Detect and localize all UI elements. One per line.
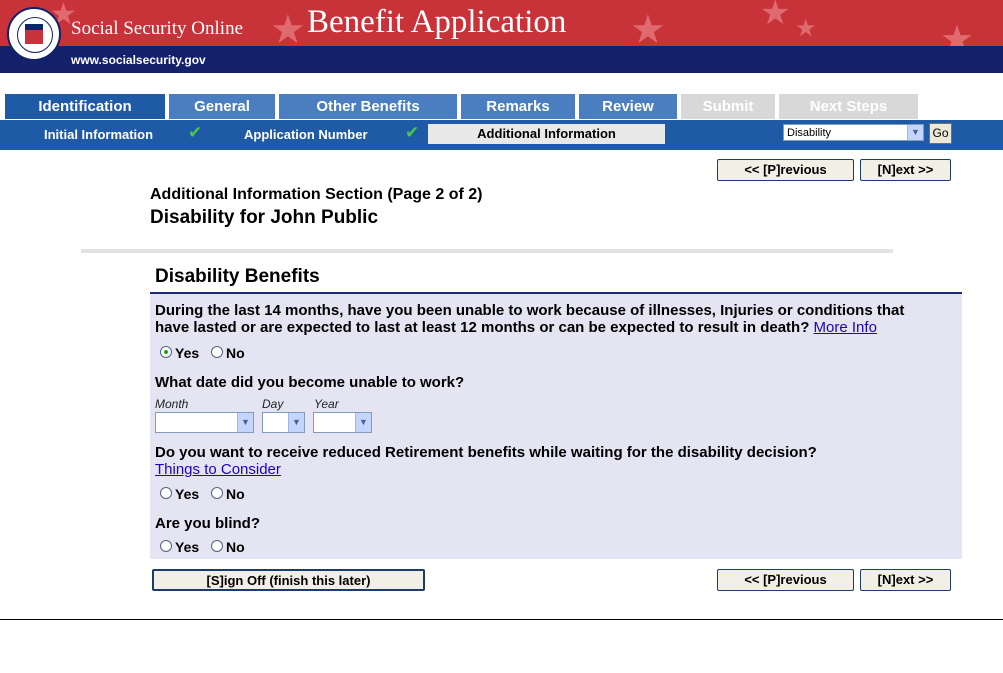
month-select[interactable]: ▼ [155, 412, 254, 433]
tab-other-benefits[interactable]: Other Benefits [279, 94, 457, 119]
question-blind: Are you blind? [155, 515, 260, 532]
year-label: Year [314, 397, 339, 411]
year-select[interactable]: ▼ [313, 412, 372, 433]
question-line-text: have lasted or are expected to last at l… [155, 319, 810, 336]
star-decoration: ★ [940, 17, 975, 46]
q3-no-label[interactable]: No [226, 486, 245, 502]
day-label: Day [262, 397, 284, 411]
q3-yes-label[interactable]: Yes [175, 486, 199, 502]
dropdown-arrow-icon: ▼ [288, 413, 304, 432]
ssa-seal-logo[interactable] [7, 7, 61, 61]
star-decoration: ★ [760, 0, 791, 33]
footer-rule [0, 619, 1003, 620]
q4-yes-label[interactable]: Yes [175, 539, 199, 555]
dropdown-arrow-icon: ▼ [907, 125, 923, 140]
q4-no-radio[interactable] [211, 540, 223, 552]
tab-review[interactable]: Review [579, 94, 677, 119]
q4-yes-radio[interactable] [160, 540, 172, 552]
q1-yes-label[interactable]: Yes [175, 345, 199, 361]
question-line: Do you want to receive reduced Retiremen… [155, 444, 817, 461]
q3-no-radio[interactable] [211, 487, 223, 499]
section-select[interactable]: Disability ▼ [783, 124, 924, 141]
site-brand[interactable]: Social Security Online [71, 18, 243, 40]
site-banner: ★ ★ ★ ★ ★ ★ Social Security Online Benef… [0, 0, 1003, 73]
q1-no-label[interactable]: No [226, 345, 245, 361]
sign-off-button[interactable]: [S]ign Off (finish this later) [152, 569, 425, 591]
question-disability-date: What date did you become unable to work? [155, 374, 465, 391]
tab-identification[interactable]: Identification [5, 94, 165, 119]
tab-submit: Submit [681, 94, 775, 119]
panel-title: Disability Benefits [155, 266, 320, 287]
panel-body: During the last 14 months, have you been… [150, 294, 962, 559]
question-line-2: have lasted or are expected to last at l… [155, 319, 904, 336]
previous-button-bottom[interactable]: << [P]revious [717, 569, 854, 591]
dropdown-arrow-icon: ▼ [355, 413, 371, 432]
tab-remarks[interactable]: Remarks [461, 94, 575, 119]
q3-yes-radio[interactable] [160, 487, 172, 499]
section-select-value: Disability [787, 127, 832, 139]
divider [81, 249, 893, 253]
sub-navigation: Initial Information ✔ Application Number… [0, 120, 1003, 150]
dropdown-arrow-icon: ▼ [237, 413, 253, 432]
disability-benefits-panel: Disability Benefits During the last 14 m… [150, 262, 962, 559]
month-label: Month [155, 397, 189, 411]
more-info-link[interactable]: More Info [814, 319, 877, 336]
go-button[interactable]: Go [929, 123, 952, 144]
next-button-bottom[interactable]: [N]ext >> [860, 569, 951, 591]
page-title: Benefit Application [307, 4, 567, 40]
tab-next-steps: Next Steps [779, 94, 918, 119]
question-unable-to-work: During the last 14 months, have you been… [155, 302, 904, 336]
previous-button-top[interactable]: << [P]revious [717, 159, 854, 181]
star-decoration: ★ [630, 7, 666, 46]
q4-no-label[interactable]: No [226, 539, 245, 555]
subnav-additional-information[interactable]: Additional Information [428, 124, 665, 144]
subnav-initial-information[interactable]: Initial Information [44, 127, 153, 142]
checkmark-icon: ✔ [188, 123, 203, 142]
star-decoration: ★ [795, 14, 817, 42]
tab-general[interactable]: General [169, 94, 275, 119]
section-subtitle: Disability for John Public [150, 207, 379, 228]
subnav-application-number[interactable]: Application Number [244, 127, 368, 142]
question-line: During the last 14 months, have you been… [155, 302, 905, 319]
next-button-top[interactable]: [N]ext >> [860, 159, 951, 181]
day-select[interactable]: ▼ [262, 412, 305, 433]
star-decoration: ★ [270, 7, 306, 46]
seal-shield-icon [25, 24, 43, 44]
section-heading: Additional Information Section (Page 2 o… [150, 186, 483, 203]
site-url: www.socialsecurity.gov [71, 53, 206, 67]
things-to-consider-link[interactable]: Things to Consider [155, 461, 817, 478]
q1-no-radio[interactable] [211, 346, 223, 358]
checkmark-icon: ✔ [405, 123, 420, 142]
question-reduced-retirement: Do you want to receive reduced Retiremen… [155, 444, 817, 478]
q1-yes-radio[interactable] [160, 346, 172, 358]
